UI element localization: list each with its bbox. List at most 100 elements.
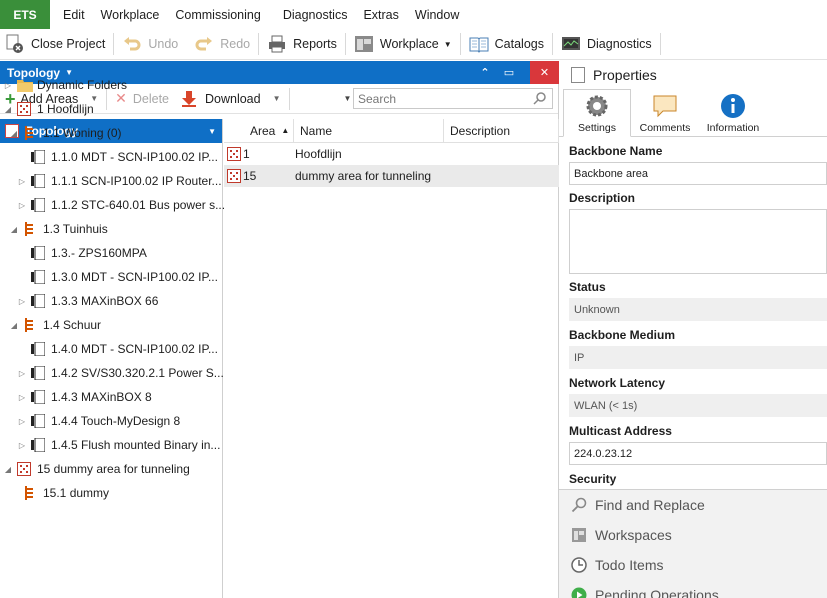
tree-item[interactable]: ▷ 1.4.2 SV/S30.320.2.1 Power S...	[17, 361, 224, 385]
download-button[interactable]: Download	[177, 85, 269, 113]
device-icon	[31, 197, 46, 213]
overflow-dropdown-icon[interactable]: ▼	[344, 94, 352, 103]
reports-button[interactable]: Reports	[259, 30, 345, 58]
chevron-down-icon: ▼	[443, 39, 452, 49]
expand-arrow-icon[interactable]: ▷	[3, 81, 13, 90]
tree-item[interactable]: ▷ 1.4.3 MAXinBOX 8	[17, 385, 152, 409]
line-icon	[23, 486, 37, 500]
tree-item[interactable]: ◢ 1.3 Tuinhuis	[9, 217, 108, 241]
tree-item-label: 15 dummy area for tunneling	[37, 462, 190, 476]
backbone-medium-field: IP	[569, 346, 827, 369]
tab-information[interactable]: Information	[699, 89, 767, 136]
tree-item-label: 1.3.3 MAXinBOX 66	[51, 294, 159, 308]
menu-diagnostics[interactable]: Diagnostics	[275, 8, 356, 22]
tree-item[interactable]: 1.4.0 MDT - SCN-IP100.02 IP...	[17, 337, 218, 361]
tree-item[interactable]: ◢ 15 dummy area for tunneling	[3, 457, 190, 481]
workspaces-panel[interactable]: Workspaces	[559, 520, 827, 550]
status-label: Status	[569, 279, 606, 294]
catalogs-label: Catalogs	[494, 37, 544, 51]
column-header-area[interactable]: Area ▲	[224, 118, 294, 143]
expand-arrow-icon[interactable]: ▷	[17, 177, 27, 186]
diagnostics-button[interactable]: Diagnostics	[553, 30, 660, 58]
collapse-arrow-icon[interactable]: ◢	[9, 225, 19, 234]
tree-item[interactable]: ▷ 1.1.2 STC-640.01 Bus power s...	[17, 193, 225, 217]
redo-icon	[194, 34, 214, 54]
tree-item[interactable]: ▷ 1.1.1 SCN-IP100.02 IP Router...	[17, 169, 222, 193]
tree-item[interactable]: ◢ 1.1 Woning (0)	[9, 121, 122, 145]
column-header-name[interactable]: Name	[294, 118, 444, 143]
reports-label: Reports	[293, 37, 337, 51]
menu-commissioning[interactable]: Commissioning	[167, 8, 268, 22]
tree-item[interactable]: 1.3.0 MDT - SCN-IP100.02 IP...	[17, 265, 218, 289]
tree-item-label: 1.4.2 SV/S30.320.2.1 Power S...	[51, 366, 224, 380]
collapse-arrow-icon[interactable]: ◢	[3, 465, 13, 474]
tree-item[interactable]: 1.3.- ZPS160MPA	[17, 241, 147, 265]
redo-button[interactable]: Redo	[186, 30, 258, 58]
backbone-name-field[interactable]: Backbone area	[569, 162, 827, 185]
maximize-icon[interactable]: ▭	[497, 61, 521, 84]
chevron-down-icon[interactable]: ▼	[273, 94, 281, 103]
tree-item[interactable]: ◢ 1.4 Schuur	[9, 313, 101, 337]
expand-arrow-icon[interactable]: ▷	[17, 417, 27, 426]
tree-item-label: Dynamic Folders	[37, 78, 128, 92]
tree-item[interactable]: 1.1.0 MDT - SCN-IP100.02 IP...	[17, 145, 218, 169]
info-icon	[720, 93, 746, 122]
collapse-arrow-icon[interactable]: ◢	[9, 129, 19, 138]
collapse-arrow-icon[interactable]: ◢	[3, 105, 13, 114]
tab-comments[interactable]: Comments	[631, 89, 699, 136]
tree-item[interactable]: ▷ Dynamic Folders	[3, 73, 127, 97]
close-icon[interactable]: ✕	[530, 61, 559, 84]
pending-operations-panel[interactable]: Pending Operations	[559, 580, 827, 598]
close-project-button[interactable]: Close Project	[0, 30, 113, 58]
network-latency-field[interactable]: WLAN (< 1s)	[569, 394, 827, 417]
diagnostics-label: Diagnostics	[587, 37, 652, 51]
tree-item-label: 1 Hoofdlijn	[37, 102, 94, 116]
tab-settings[interactable]: Settings	[563, 89, 631, 137]
expand-arrow-icon[interactable]: ▷	[17, 369, 27, 378]
cell-name: dummy area for tunneling	[295, 169, 432, 183]
line-icon	[23, 318, 37, 332]
tree-item[interactable]: ◢ 1 Hoofdlijn	[3, 97, 94, 121]
expand-arrow-icon[interactable]: ▷	[17, 201, 27, 210]
collapse-icon[interactable]: ⌃	[473, 61, 497, 84]
column-header-description[interactable]: Description	[444, 118, 559, 143]
menu-edit[interactable]: Edit	[55, 8, 93, 22]
todo-items-panel[interactable]: Todo Items	[559, 550, 827, 580]
tree-item[interactable]: 15.1 dummy	[9, 481, 109, 505]
undo-button[interactable]: Undo	[114, 30, 186, 58]
device-icon	[31, 293, 46, 309]
search-icon	[533, 91, 547, 108]
area-icon	[17, 462, 31, 476]
table-row[interactable]: 1 Hoofdlijn	[224, 143, 559, 165]
collapse-arrow-icon[interactable]: ◢	[9, 321, 19, 330]
network-latency-label: Network Latency	[569, 375, 666, 390]
device-icon	[31, 173, 46, 189]
workplace-button[interactable]: Workplace ▼	[346, 30, 460, 58]
clock-icon	[571, 557, 587, 573]
search-input[interactable]: Search	[353, 88, 553, 109]
tree-item[interactable]: ▷ 1.3.3 MAXinBOX 66	[17, 289, 158, 313]
tree-item[interactable]: ▷ 1.4.5 Flush mounted Binary in...	[17, 433, 220, 457]
properties-panel: Properties Settings Comments Information…	[559, 61, 827, 598]
table-row[interactable]: 15 dummy area for tunneling	[224, 165, 559, 187]
menu-workplace[interactable]: Workplace	[93, 8, 168, 22]
catalogs-button[interactable]: Catalogs	[461, 30, 552, 58]
close-project-label: Close Project	[31, 37, 106, 51]
tree-item-label: 1.1 Woning (0)	[43, 126, 122, 140]
expand-arrow-icon[interactable]: ▷	[17, 297, 27, 306]
multicast-address-field[interactable]: 224.0.23.12	[569, 442, 827, 465]
expand-arrow-icon[interactable]: ▷	[17, 393, 27, 402]
cell-name: Hoofdlijn	[295, 147, 342, 161]
menu-window[interactable]: Window	[407, 8, 467, 22]
description-field[interactable]	[569, 209, 827, 274]
tree-item-label: 1.1.2 STC-640.01 Bus power s...	[51, 198, 226, 212]
sort-ascending-icon: ▲	[281, 126, 290, 135]
toolbar-separator	[659, 33, 661, 55]
ets-app-button[interactable]: ETS	[0, 0, 50, 29]
expand-arrow-icon[interactable]: ▷	[17, 441, 27, 450]
menu-extras[interactable]: Extras	[355, 8, 406, 22]
properties-title: Properties	[593, 67, 657, 83]
find-and-replace-panel[interactable]: Find and Replace	[559, 490, 827, 520]
chevron-down-icon[interactable]: ▼	[208, 127, 216, 136]
tree-item[interactable]: ▷ 1.4.4 Touch-MyDesign 8	[17, 409, 180, 433]
